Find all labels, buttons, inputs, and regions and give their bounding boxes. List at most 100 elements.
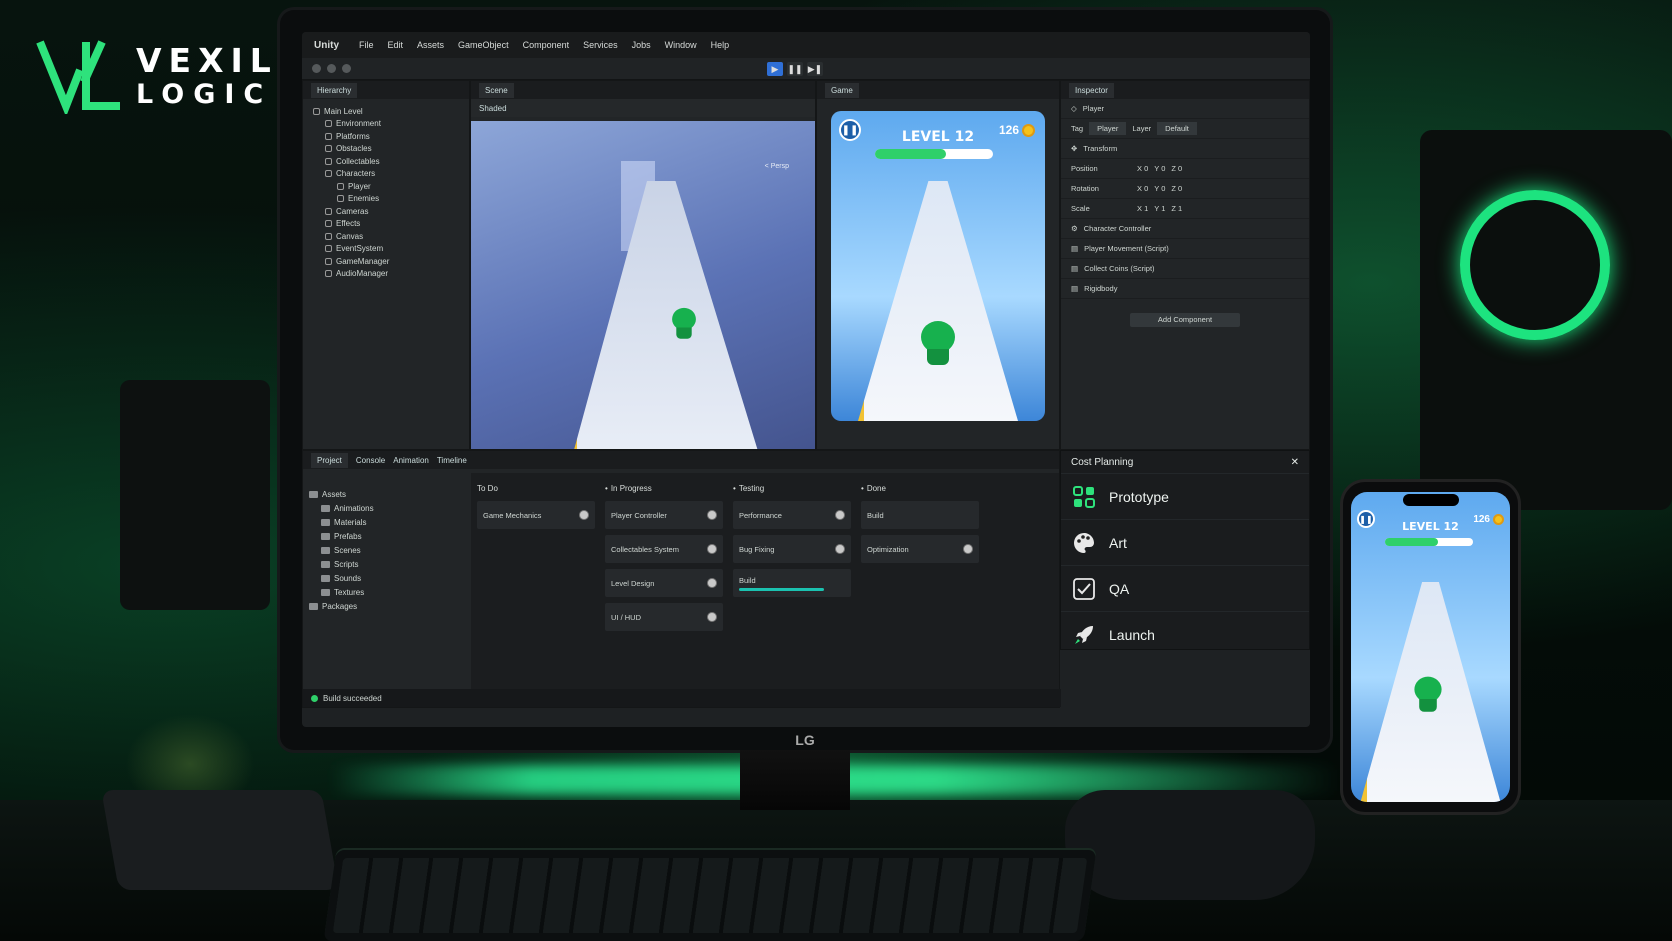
- scale-y-field[interactable]: Y 1: [1154, 204, 1165, 213]
- game-track: [858, 181, 1018, 421]
- folder-icon: [321, 574, 330, 582]
- hierarchy-item[interactable]: Canvas: [309, 230, 469, 243]
- gameobject-icon: [325, 245, 332, 253]
- level-progress-fill: [875, 149, 946, 159]
- component-row[interactable]: ▤ Rigidbody: [1061, 279, 1309, 299]
- tree-item[interactable]: Textures: [309, 585, 471, 599]
- tab-hierarchy[interactable]: Hierarchy: [311, 82, 358, 98]
- tree-item[interactable]: Animations: [309, 501, 471, 515]
- tool-icon[interactable]: [342, 64, 351, 73]
- pause-button[interactable]: ❚❚: [787, 62, 803, 76]
- close-icon[interactable]: ✕: [1291, 457, 1299, 468]
- tree-item[interactable]: Sounds: [309, 571, 471, 585]
- task-card[interactable]: UI / HUD: [605, 603, 723, 631]
- hierarchy-item[interactable]: Platforms: [309, 130, 469, 143]
- tab-console[interactable]: Console: [356, 456, 385, 465]
- tool-icon[interactable]: [312, 64, 321, 73]
- hierarchy-item[interactable]: GameManager: [309, 255, 469, 268]
- unity-editor: Unity File Edit Assets GameObject Compon…: [302, 32, 1310, 727]
- rotation-x-field[interactable]: X 0: [1137, 184, 1148, 193]
- task-card[interactable]: Level Design: [605, 569, 723, 597]
- task-card[interactable]: Game Mechanics: [477, 501, 595, 529]
- tree-item[interactable]: Packages: [309, 599, 471, 613]
- tree-item[interactable]: Scripts: [309, 557, 471, 571]
- tab-project[interactable]: Project: [311, 452, 348, 468]
- task-card[interactable]: Build: [861, 501, 979, 529]
- step-button[interactable]: ▶❚: [807, 62, 823, 76]
- component-row[interactable]: ⚙ Character Controller: [1061, 219, 1309, 239]
- phone-game-screen[interactable]: ❚❚ LEVEL 12 126: [1351, 492, 1510, 802]
- cost-item-art[interactable]: Art: [1061, 519, 1309, 565]
- component-row[interactable]: ▤ Player Movement (Script): [1061, 239, 1309, 259]
- hierarchy-item[interactable]: Collectables: [309, 155, 469, 168]
- speaker-ring: [1460, 190, 1610, 340]
- position-x-field[interactable]: X 0: [1137, 164, 1148, 173]
- tag-label: Tag: [1071, 124, 1084, 133]
- position-z-field[interactable]: Z 0: [1171, 164, 1182, 173]
- vl-monogram-icon: [36, 40, 120, 114]
- game-viewport[interactable]: ❚❚ LEVEL 12 126: [831, 111, 1045, 421]
- hierarchy-item[interactable]: EventSystem: [309, 243, 469, 256]
- logo-line-1: VEXIL: [136, 41, 278, 80]
- cost-item-prototype[interactable]: Prototype: [1061, 473, 1309, 519]
- hierarchy-item[interactable]: Enemies: [309, 193, 469, 206]
- task-card[interactable]: Bug Fixing: [733, 535, 851, 563]
- shading-mode-dropdown[interactable]: Shaded: [479, 104, 507, 113]
- menu-jobs[interactable]: Jobs: [632, 40, 651, 50]
- hierarchy-item[interactable]: AudioManager: [309, 268, 469, 281]
- scene-viewport[interactable]: < Persp: [471, 121, 815, 449]
- gameobject-icon: [325, 170, 332, 178]
- tool-icon[interactable]: [327, 64, 336, 73]
- tab-timeline[interactable]: Timeline: [437, 456, 467, 465]
- cost-item-qa[interactable]: QA: [1061, 565, 1309, 611]
- menu-component[interactable]: Component: [523, 40, 570, 50]
- player-character[interactable]: [672, 307, 696, 340]
- menu-assets[interactable]: Assets: [417, 40, 444, 50]
- game-tab-bar: Game: [817, 81, 1059, 99]
- hierarchy-item[interactable]: Environment: [309, 118, 469, 131]
- task-card[interactable]: Optimization: [861, 535, 979, 563]
- task-card[interactable]: Build: [733, 569, 851, 597]
- menu-services[interactable]: Services: [583, 40, 618, 50]
- cost-item-launch[interactable]: Launch: [1061, 611, 1309, 657]
- position-y-field[interactable]: Y 0: [1154, 164, 1165, 173]
- folder-icon: [309, 490, 318, 498]
- tree-item[interactable]: Materials: [309, 515, 471, 529]
- task-card[interactable]: Collectables System: [605, 535, 723, 563]
- tab-scene[interactable]: Scene: [479, 82, 514, 98]
- hierarchy-item[interactable]: Player: [309, 180, 469, 193]
- tab-game[interactable]: Game: [825, 82, 859, 98]
- menu-edit[interactable]: Edit: [388, 40, 404, 50]
- menu-file[interactable]: File: [359, 40, 374, 50]
- hierarchy-item[interactable]: Cameras: [309, 205, 469, 218]
- hierarchy-item[interactable]: Main Level: [309, 105, 469, 118]
- task-card[interactable]: Player Controller: [605, 501, 723, 529]
- hierarchy-item[interactable]: Effects: [309, 218, 469, 231]
- layer-dropdown[interactable]: Default: [1157, 122, 1197, 135]
- hierarchy-item[interactable]: Obstacles: [309, 143, 469, 156]
- scale-z-field[interactable]: Z 1: [1171, 204, 1182, 213]
- menu-help[interactable]: Help: [711, 40, 730, 50]
- gameobject-icon: [337, 182, 344, 190]
- tag-dropdown[interactable]: Player: [1089, 122, 1127, 135]
- tab-animation[interactable]: Animation: [393, 456, 429, 465]
- gameobject-icon: [325, 132, 332, 140]
- add-component-button[interactable]: Add Component: [1130, 313, 1240, 327]
- object-name-field[interactable]: Player: [1083, 104, 1104, 113]
- scale-x-field[interactable]: X 1: [1137, 204, 1148, 213]
- menu-gameobject[interactable]: GameObject: [458, 40, 509, 50]
- tree-item[interactable]: Prefabs: [309, 529, 471, 543]
- component-row[interactable]: ▤ Collect Coins (Script): [1061, 259, 1309, 279]
- project-panel: Project Console Animation Timeline Asset…: [302, 450, 1061, 708]
- play-button[interactable]: ▶: [767, 62, 783, 76]
- persp-label[interactable]: < Persp: [765, 163, 789, 170]
- rotation-z-field[interactable]: Z 0: [1171, 184, 1182, 193]
- tree-item[interactable]: Scenes: [309, 543, 471, 557]
- rotation-y-field[interactable]: Y 0: [1154, 184, 1165, 193]
- tree-item[interactable]: Assets: [309, 487, 471, 501]
- tab-inspector[interactable]: Inspector: [1069, 82, 1114, 98]
- hierarchy-item[interactable]: Characters: [309, 168, 469, 181]
- menu-window[interactable]: Window: [665, 40, 697, 50]
- task-card[interactable]: Performance: [733, 501, 851, 529]
- transform-header[interactable]: ✥ Transform: [1061, 139, 1309, 159]
